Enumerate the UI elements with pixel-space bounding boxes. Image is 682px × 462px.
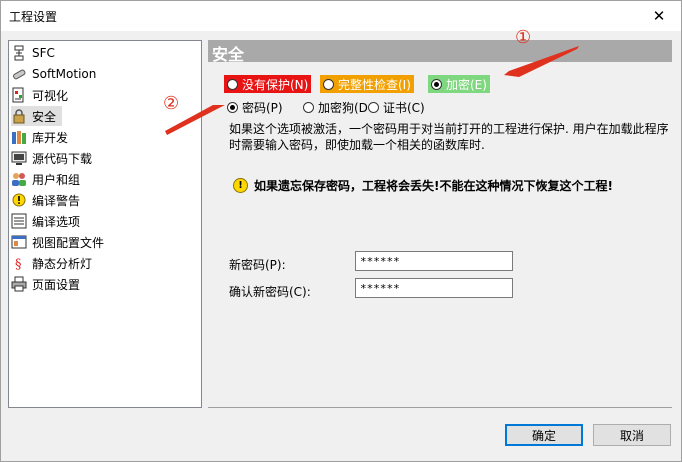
annotation-arrow-1 [504, 46, 579, 77]
project-settings-dialog: 工程设置 ✕ SFC SoftMotion 可视化 安全 库开发 源代码下载 用… [0, 0, 682, 462]
annotation-arrows [165, 46, 579, 135]
annotation-arrow-2 [165, 105, 225, 135]
